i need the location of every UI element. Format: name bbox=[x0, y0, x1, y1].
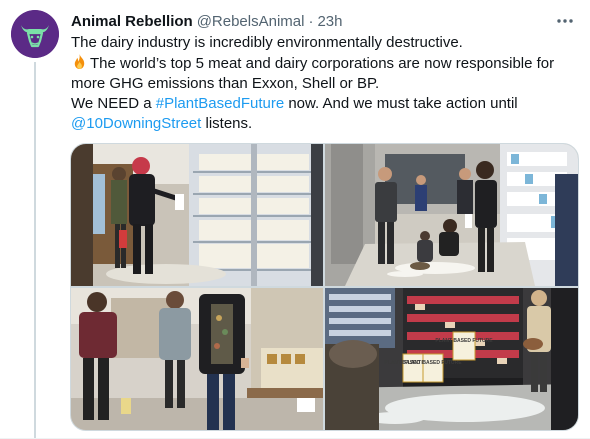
fire-emoji-icon bbox=[74, 53, 85, 70]
photo-2[interactable] bbox=[325, 144, 578, 286]
tweet[interactable]: Animal Rebellion @RebelsAnimal · 23h The… bbox=[0, 0, 590, 439]
tweet-line-5: @10DowningStreet listens. bbox=[71, 114, 576, 134]
tweet-line-4: We NEED a #PlantBasedFuture now. And we … bbox=[71, 94, 576, 114]
tweet-line-5-post: listens. bbox=[201, 115, 253, 132]
tweet-line-1: The dairy industry is incredibly environ… bbox=[71, 34, 463, 51]
timestamp[interactable]: 23h bbox=[317, 13, 342, 30]
tweet-line-4-pre: We NEED a bbox=[71, 95, 156, 112]
author-name[interactable]: Animal Rebellion bbox=[71, 13, 193, 30]
photo-2-image bbox=[325, 144, 578, 286]
sign-3-text: PLANT BASED FUTURE bbox=[435, 338, 493, 344]
author-handle[interactable]: @RebelsAnimal bbox=[197, 13, 305, 30]
hashtag-link[interactable]: #PlantBasedFuture bbox=[156, 95, 284, 112]
photo-3-image bbox=[71, 288, 323, 430]
separator-dot: · bbox=[308, 12, 314, 30]
photo-1[interactable] bbox=[71, 144, 323, 286]
mention-link[interactable]: @10DowningStreet bbox=[71, 115, 201, 132]
sign-2-text: PLANT BASED FUTURE bbox=[404, 360, 462, 366]
more-dots-icon bbox=[557, 19, 573, 23]
tweet-header: Animal Rebellion @RebelsAnimal · 23h bbox=[71, 11, 343, 31]
tweet-line-2-text: The world’s top 5 meat and dairy corpora… bbox=[90, 55, 555, 72]
more-options-button[interactable] bbox=[554, 10, 576, 32]
tweet-line-2: The world’s top 5 meat and dairy corpora… bbox=[71, 53, 576, 74]
bull-logo-icon bbox=[11, 10, 59, 58]
tweet-line-3: more GHG emissions than Exxon, Shell or … bbox=[71, 75, 380, 92]
photo-4-image: PLANT BASED FUTURE PLANT BASED FUTURE PL… bbox=[325, 288, 578, 430]
tweet-text: The dairy industry is incredibly environ… bbox=[71, 33, 576, 134]
photo-1-image bbox=[71, 144, 323, 286]
tweet-line-4-post: now. And we must take action until bbox=[284, 95, 518, 112]
photo-4[interactable]: PLANT BASED FUTURE PLANT BASED FUTURE PL… bbox=[325, 288, 578, 430]
photo-3[interactable] bbox=[71, 288, 323, 430]
thread-line bbox=[34, 62, 36, 438]
media-grid: PLANT BASED FUTURE PLANT BASED FUTURE PL… bbox=[70, 143, 579, 431]
avatar[interactable] bbox=[11, 10, 59, 58]
